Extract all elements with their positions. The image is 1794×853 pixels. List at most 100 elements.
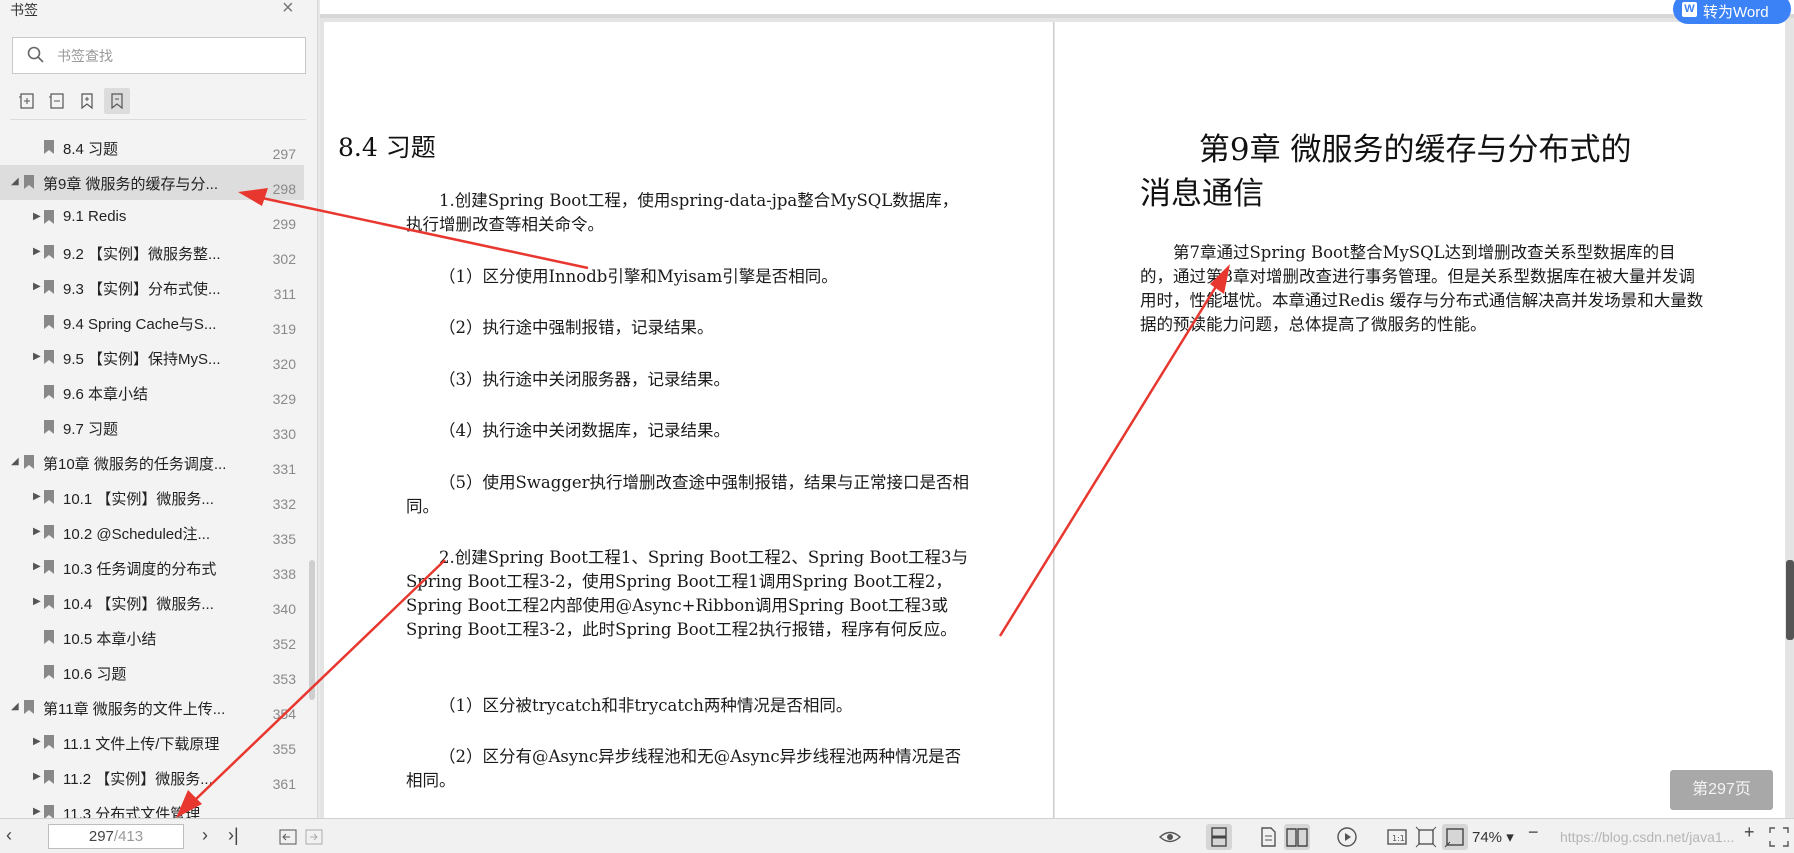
paragraph: （5）使用Swagger执行增删改查途中强制报错，结果与正常接口是否相同。 [406, 473, 970, 516]
bookmark-item[interactable]: 9.4 Spring Cache与S... 319 [0, 305, 304, 340]
expand-triangle-icon[interactable]: ▶ [33, 281, 41, 292]
bookmark-item[interactable]: ◢ 第11章 微服务的文件上传... 354 [0, 690, 304, 725]
bookmark-item[interactable]: 10.6 习题 353 [0, 655, 304, 690]
bookmark-icon [44, 560, 54, 574]
bookmark-page: 332 [272, 496, 296, 512]
page-number-input[interactable]: 297/413 [48, 824, 184, 849]
bookmark-label: 10.5 本章小结 [63, 631, 157, 648]
expand-triangle-icon[interactable]: ▶ [33, 211, 41, 222]
bookmark-icon[interactable] [104, 88, 130, 114]
zoom-out-icon[interactable]: − [1528, 822, 1539, 843]
document-scrollbar[interactable] [1786, 560, 1794, 640]
bookmark-item[interactable]: ▶ 9.5 【实例】保持MyS... 320 [0, 340, 304, 375]
collapse-triangle-icon[interactable]: ◢ [11, 176, 19, 187]
bookmark-label: 9.3 【实例】分布式使... [63, 281, 221, 298]
bookmark-icon [44, 140, 54, 154]
paragraph: （1）区分被trycatch和非trycatch两种情况是否相同。 [439, 696, 853, 715]
fullscreen-icon[interactable] [1766, 824, 1792, 850]
bookmark-item[interactable]: ▶ 10.2 @Scheduled注... 335 [0, 515, 304, 550]
page-view-icon[interactable] [1255, 824, 1281, 850]
chapter-heading-line2: 消息通信 [1140, 176, 1264, 212]
bookmark-label: 9.5 【实例】保持MyS... [63, 351, 221, 368]
bookmark-label: 第11章 微服务的文件上传... [43, 701, 226, 718]
collapse-triangle-icon[interactable]: ◢ [11, 701, 19, 712]
expand-triangle-icon[interactable]: ▶ [33, 771, 41, 782]
bookmark-item[interactable]: 8.4 习题 297 [0, 130, 304, 165]
forward-icon[interactable] [301, 824, 327, 850]
total-pages: /413 [113, 828, 144, 845]
bookmark-item[interactable]: 10.5 本章小结 352 [0, 620, 304, 655]
single-page-icon[interactable] [1206, 824, 1232, 850]
expand-triangle-icon[interactable]: ▶ [33, 526, 41, 537]
bookmark-label: 9.7 习题 [63, 421, 119, 438]
expand-all-icon[interactable] [14, 88, 40, 114]
bookmark-label: 9.6 本章小结 [63, 386, 149, 403]
bookmark-icon [44, 210, 54, 224]
bottom-toolbar: ‹ 297/413 › ›| 1:1 74% ▾ − https://blog.… [0, 818, 1794, 853]
close-icon[interactable]: × [282, 0, 294, 18]
bookmark-item[interactable]: ▶ 11.2 【实例】微服务... 361 [0, 760, 304, 795]
sidebar-scrollbar[interactable] [309, 560, 315, 700]
bookmark-icon [44, 630, 54, 644]
bookmark-item[interactable]: ▶ 10.3 任务调度的分布式 338 [0, 550, 304, 585]
expand-triangle-icon[interactable]: ▶ [33, 491, 41, 502]
play-icon[interactable] [1334, 824, 1360, 850]
bookmark-icon [44, 245, 54, 259]
expand-triangle-icon[interactable]: ▶ [33, 806, 41, 817]
expand-triangle-icon[interactable]: ▶ [33, 736, 41, 747]
expand-triangle-icon[interactable]: ▶ [33, 561, 41, 572]
fit-width-icon[interactable] [1442, 824, 1468, 850]
bookmark-page: 299 [272, 216, 296, 232]
chapter-heading: 第9章 微服务的缓存与分布式的 [1198, 132, 1632, 168]
bookmark-icon [44, 490, 54, 504]
add-bookmark-icon[interactable] [74, 88, 100, 114]
zoom-in-icon[interactable]: + [1744, 822, 1755, 843]
bookmark-label: 11.1 文件上传/下载原理 [63, 736, 220, 753]
bookmark-item[interactable]: ◢ 第10章 微服务的任务调度... 331 [0, 445, 304, 480]
expand-triangle-icon[interactable]: ▶ [33, 596, 41, 607]
bookmark-label: 10.3 任务调度的分布式 [63, 561, 217, 578]
bookmark-item[interactable]: ▶ 10.1 【实例】微服务... 332 [0, 480, 304, 515]
collapse-all-icon[interactable] [44, 88, 70, 114]
expand-triangle-icon[interactable]: ▶ [33, 246, 41, 257]
next-page-icon[interactable]: › [202, 825, 208, 846]
fit-page-icon[interactable] [1413, 824, 1439, 850]
bookmark-item[interactable]: ▶ 11.1 文件上传/下载原理 355 [0, 725, 304, 760]
bookmark-label: 8.4 习题 [63, 141, 119, 158]
actual-size-icon[interactable]: 1:1 [1384, 824, 1410, 850]
convert-to-word-button[interactable]: W 转为Word [1673, 0, 1791, 24]
bookmark-item[interactable]: ▶ 9.3 【实例】分布式使... 311 [0, 270, 304, 305]
bookmark-panel: 书签 × 8.4 习题 297 ◢ 第9章 微服务的缓存与分... 298 [0, 0, 318, 818]
bookmark-item[interactable]: ▶ 9.1 Redis 299 [0, 200, 304, 235]
back-icon[interactable] [275, 824, 301, 850]
bookmark-item[interactable]: ▶ 10.4 【实例】微服务... 340 [0, 585, 304, 620]
bookmark-item[interactable]: ◢ 第9章 微服务的缓存与分... 298 [0, 165, 304, 200]
double-page-icon[interactable] [1284, 824, 1310, 850]
bookmark-item[interactable]: ▶ 11.3 分布式文件管理 [0, 795, 304, 818]
bookmark-label: 10.6 习题 [63, 666, 127, 683]
expand-triangle-icon[interactable]: ▶ [33, 351, 41, 362]
paragraph: 第7章通过Spring Boot整合MySQL达到增删改查关系型数据库的目的，通… [1140, 243, 1704, 334]
bookmark-icon [24, 175, 34, 189]
bookmark-icon [44, 385, 54, 399]
collapse-triangle-icon[interactable]: ◢ [11, 456, 19, 467]
bookmark-item[interactable]: 9.6 本章小结 329 [0, 375, 304, 410]
zoom-level[interactable]: 74% ▾ [1472, 828, 1514, 846]
word-icon: W [1682, 2, 1697, 17]
paragraph: （3）执行途中关闭服务器，记录结果。 [439, 370, 730, 389]
bookmark-icon [44, 805, 54, 818]
bookmark-page: 297 [272, 146, 296, 162]
search-input[interactable] [57, 46, 287, 66]
bookmark-page: 302 [272, 251, 296, 267]
bookmark-search[interactable] [12, 37, 306, 74]
bookmark-page: 335 [272, 531, 296, 547]
bookmark-page: 331 [272, 461, 296, 477]
bookmark-page: 338 [272, 566, 296, 582]
bookmark-label: 10.4 【实例】微服务... [63, 596, 214, 613]
previous-page-icon[interactable]: ‹ [6, 825, 12, 846]
last-page-icon[interactable]: ›| [228, 825, 239, 846]
bookmark-item[interactable]: 9.7 习题 330 [0, 410, 304, 445]
previous-page-edge [320, 0, 1794, 18]
bookmark-item[interactable]: ▶ 9.2 【实例】微服务整... 302 [0, 235, 304, 270]
eye-icon[interactable] [1157, 824, 1183, 850]
